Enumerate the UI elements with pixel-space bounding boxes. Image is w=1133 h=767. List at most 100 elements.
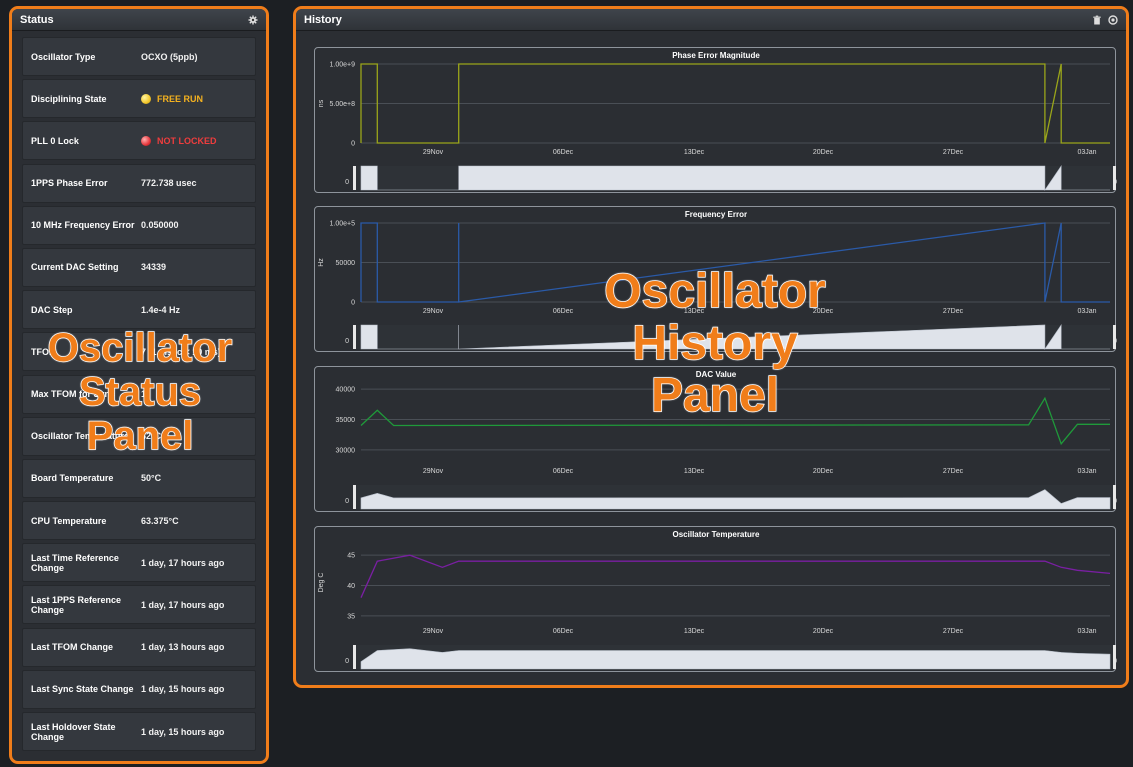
trash-icon[interactable] [1092,15,1102,25]
status-row-value: 1 day, 17 hours ago [141,558,247,568]
status-row-label: TFOM [31,346,57,357]
chart-svg: DAC Value 40000 35000 30000 29Nov 06Dec 13Dec 2… [336,370,1117,510]
navigator-left-label: 0 [345,658,349,665]
x-tick-label: 06Dec [553,628,574,635]
status-row: Last Time Reference Change 1 day, 17 hour… [22,543,256,583]
status-row-value-text: 772.738 usec [141,178,197,189]
settings-circle-icon[interactable] [1108,14,1118,25]
status-row: Last TFOM Change 1 day, 13 hours ago [22,627,256,667]
navigator-left-handle[interactable] [353,485,356,509]
status-row-label: Board Temperature [31,473,114,484]
status-row: Oscillator Temperature 42°C [22,416,256,456]
status-panel-title: Status [20,13,54,26]
x-tick-label: 27Dec [943,308,964,315]
status-row: Last Holdover State Change 1 day, 15 hour… [22,712,256,751]
status-row: 10 MHz Frequency Error 0.050000 [22,205,256,245]
navigator-right-label: 0 [1116,658,1117,665]
x-tick-label: 27Dec [943,468,964,475]
x-tick-label: 20Dec [813,628,834,635]
status-row-value: FREE RUN [141,93,247,104]
x-tick-label: 27Dec [943,149,964,156]
history-chart[interactable]: Oscillator Temperature 45 40 35 Deg C 29Nov 06… [314,526,1117,672]
status-row: Board Temperature 50°C [22,458,256,498]
status-row-label: PLL 0 Lock [31,135,79,146]
status-list: Oscillator Type OCXO (5ppb) Disciplining S… [12,31,266,751]
y-tick-label: 0 [351,300,355,307]
status-row-value-text: 1 day, 15 hours ago [141,726,225,737]
status-row: PLL 0 Lock NOT LOCKED [22,121,256,161]
navigator-right-label: 0 [1116,338,1117,345]
chart-title: Oscillator Temperature [673,530,761,539]
navigator-right-handle[interactable] [1113,166,1116,190]
navigator-right-handle[interactable] [1113,485,1116,509]
y-tick-label: 40000 [336,387,356,394]
chart-title: Frequency Error [685,210,747,219]
status-row-value: NOT LOCKED [141,135,247,146]
history-panel-header: History [296,9,1126,31]
status-row: Max TFOM for Sync 1 [22,374,256,414]
navigator-right-handle[interactable] [1113,645,1116,669]
status-row-label: Disciplining State [31,93,107,104]
y-tick-label: 1.00e+5 [330,221,356,228]
history-chart[interactable]: Phase Error Magnitude 1.00e+9 5.00e+8 0 ns 29… [314,47,1117,193]
x-tick-label: 29Nov [423,628,444,635]
status-row-value: 42°C [141,431,247,441]
x-tick-label: 29Nov [423,149,444,156]
status-row-value-text: 63.375°C [141,515,179,526]
status-row-label: Last Sync State Change [31,684,134,695]
y-tick-label: 35000 [336,417,356,424]
status-row-value: 7 (1 msec < 10 ms) [141,347,247,357]
chart-svg: Oscillator Temperature 45 40 35 Deg C 29Nov 06… [318,530,1117,670]
navigator-right-label: 0 [1116,179,1117,186]
status-row-value: 34339 [141,262,247,272]
x-tick-label: 29Nov [423,308,444,315]
history-chart[interactable]: Frequency Error 1.00e+5 50000 0 Hz 29Nov 06Dec… [314,206,1117,352]
x-tick-label: 03Jan [1077,628,1096,635]
status-row-value: 63.375°C [141,516,247,526]
history-panel-title: History [304,13,342,26]
status-row-value-text: 1 day, 17 hours ago [141,557,225,568]
series-line [360,396,1110,446]
y-axis-label: Hz [318,258,325,267]
status-row-value: 0.050000 [141,220,247,230]
series-line [360,554,1111,598]
state-indicator-red-icon [141,135,151,146]
navigator-left-handle[interactable] [353,325,356,349]
status-row-value-text: FREE RUN [157,93,204,104]
x-tick-label: 13Dec [684,628,705,635]
status-row-label: DAC Step [31,304,73,315]
y-tick-label: 40 [347,583,355,590]
status-row-label: Oscillator Temperature [31,431,129,442]
status-row-value-text: 1 day, 15 hours ago [141,684,225,695]
status-row: Last Sync State Change 1 day, 15 hours ag… [22,669,256,709]
x-tick-label: 20Dec [813,308,834,315]
chart-svg: Frequency Error 1.00e+5 50000 0 Hz 29Nov 06Dec… [318,210,1117,350]
x-tick-label: 29Nov [423,468,444,475]
navigator-series [360,648,1111,670]
status-row-value-text: 1 day, 13 hours ago [141,642,225,653]
status-row-label: Max TFOM for Sync [31,389,116,399]
chart-title: DAC Value [696,370,737,379]
status-row-value: 50°C [141,473,247,483]
x-tick-label: 03Jan [1077,308,1096,315]
y-tick-label: 1.00e+9 [330,62,356,69]
status-row-value-text: 42°C [141,431,162,442]
y-axis-label: Deg C [318,573,325,593]
history-chart[interactable]: DAC Value 40000 35000 30000 29Nov 06Dec 13Dec 2… [314,366,1117,512]
navigator-left-handle[interactable] [353,645,356,669]
status-row-value: 1 day, 13 hours ago [141,642,247,652]
status-row: Last 1PPS Reference Change 1 day, 17 hour… [22,585,256,625]
status-row-label: Last Time Reference Change [31,552,119,573]
x-tick-label: 27Dec [943,628,964,635]
status-row: DAC Step 1.4e-4 Hz [22,290,256,330]
x-tick-label: 03Jan [1077,149,1096,156]
status-row: CPU Temperature 63.375°C [22,501,256,541]
status-row: Disciplining State FREE RUN [22,79,256,119]
gear-icon[interactable] [248,15,258,25]
status-row-value: 1 day, 17 hours ago [141,600,247,610]
status-row-value-text: 0.050000 [141,220,179,231]
navigator-left-handle[interactable] [353,166,356,190]
x-tick-label: 13Dec [684,308,705,315]
navigator-right-handle[interactable] [1113,325,1116,349]
y-tick-label: 0 [351,141,355,148]
